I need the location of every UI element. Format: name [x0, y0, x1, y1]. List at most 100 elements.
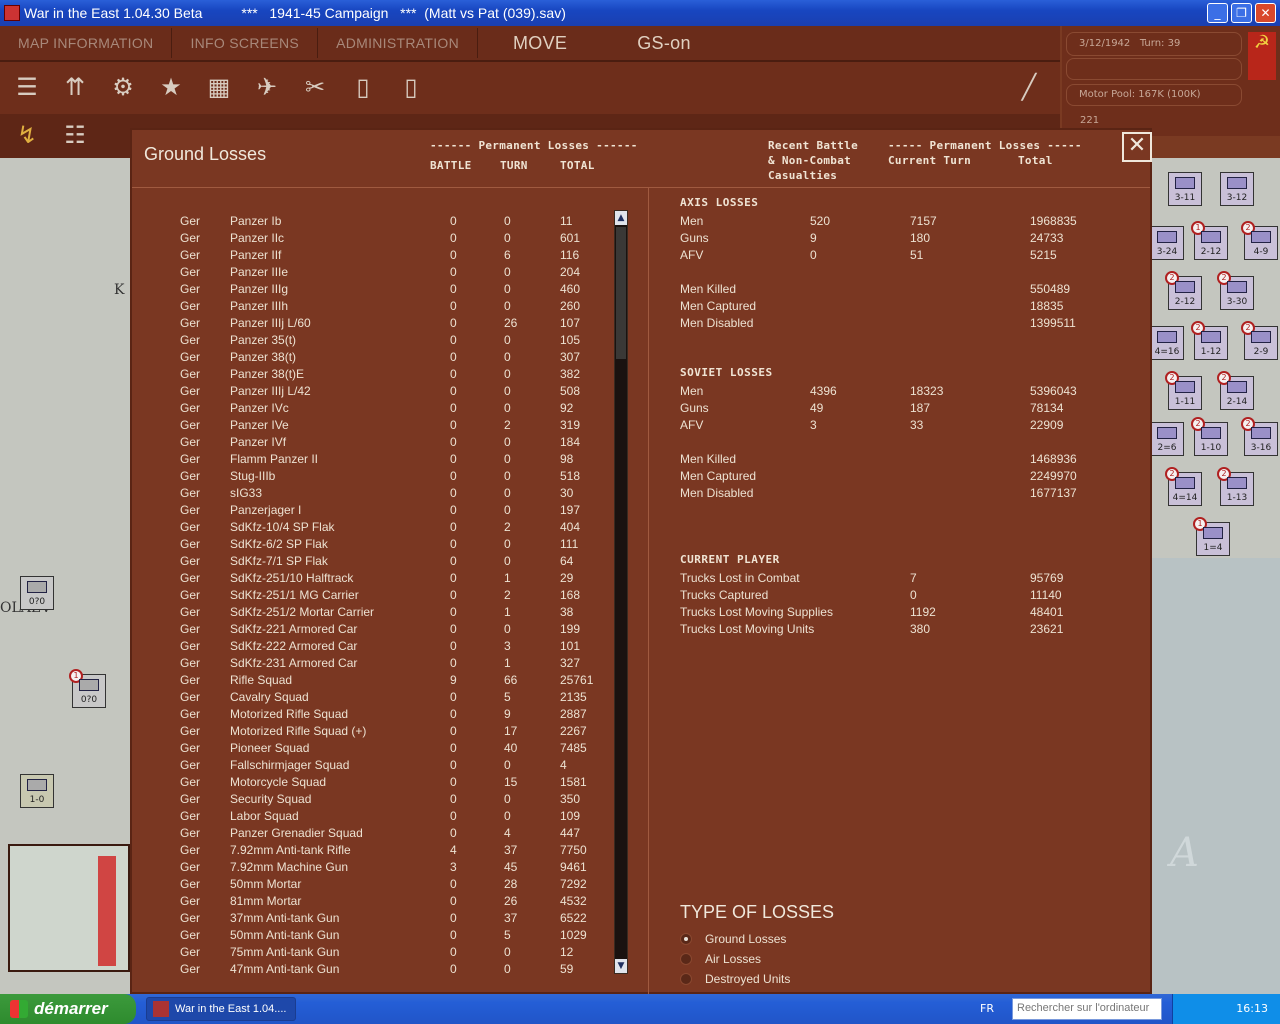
loss-row[interactable]: Ger Panzer 38(t) 0 0 307 — [132, 350, 612, 367]
loss-row[interactable]: Ger Rifle Squad 9 66 25761 — [132, 673, 612, 690]
loss-row[interactable]: Ger Panzer 38(t)E 0 0 382 — [132, 367, 612, 384]
loss-row[interactable]: Ger Panzer IIIj L/60 0 26 107 — [132, 316, 612, 333]
loss-row[interactable]: Ger Panzer IVc 0 0 92 — [132, 401, 612, 418]
unit-counter[interactable]: 0?0 — [20, 576, 54, 610]
loss-row[interactable]: Ger SdKfz-251/10 Halftrack 0 1 29 — [132, 571, 612, 588]
menu-administration[interactable]: ADMINISTRATION — [318, 28, 479, 58]
radio-button[interactable] — [680, 933, 692, 945]
search-input[interactable]: Rechercher sur l'ordinateur — [1012, 998, 1162, 1020]
loss-row[interactable]: Ger Panzerjager I 0 0 197 — [132, 503, 612, 520]
menu-move[interactable]: MOVE — [478, 28, 602, 58]
loss-row[interactable]: Ger SdKfz-231 Armored Car 0 1 327 — [132, 656, 612, 673]
gear-icon[interactable]: ⚙ — [106, 70, 140, 104]
satellite-icon[interactable]: ✂ — [298, 70, 332, 104]
loss-row[interactable]: Ger 75mm Anti-tank Gun 0 0 12 — [132, 945, 612, 962]
unit-counter[interactable]: 2 2-14 — [1217, 371, 1254, 410]
loss-row[interactable]: Ger 47mm Anti-tank Gun 0 0 59 — [132, 962, 612, 979]
loss-row[interactable]: Ger 81mm Mortar 0 26 4532 — [132, 894, 612, 911]
menu-info-screens[interactable]: INFO SCREENS — [172, 28, 319, 58]
loss-row[interactable]: Ger SdKfz-6/2 SP Flak 0 0 111 — [132, 537, 612, 554]
type-option[interactable]: Ground Losses — [680, 929, 786, 949]
unit-counter[interactable]: 2 2-9 — [1241, 321, 1278, 360]
pencil-icon[interactable]: ╱ — [1012, 70, 1046, 104]
menu-map-information[interactable]: MAP INFORMATION — [0, 28, 173, 58]
loss-row[interactable]: Ger Cavalry Squad 0 5 2135 — [132, 690, 612, 707]
loss-row[interactable]: Ger Panzer IIIg 0 0 460 — [132, 282, 612, 299]
grid-icon[interactable]: ▦ — [202, 70, 236, 104]
unit-counter[interactable]: 4=16 — [1150, 326, 1184, 360]
loss-row[interactable]: Ger SdKfz-251/2 Mortar Carrier 0 1 38 — [132, 605, 612, 622]
stack-icon[interactable]: ☰ — [10, 70, 44, 104]
unit-counter[interactable]: 3-11 — [1168, 172, 1202, 206]
unit-counter[interactable]: 3-24 — [1150, 226, 1184, 260]
type-option[interactable]: Air Losses — [680, 949, 761, 969]
loss-row[interactable]: Ger Panzer IVe 0 2 319 — [132, 418, 612, 435]
unit-counter[interactable]: 2 1-10 — [1191, 417, 1228, 456]
loss-row[interactable]: Ger Motorized Rifle Squad 0 9 2887 — [132, 707, 612, 724]
maximize-button[interactable]: ❐ — [1231, 3, 1252, 23]
loss-row[interactable]: Ger sIG33 0 0 30 — [132, 486, 612, 503]
unit-counter[interactable]: 2 1-11 — [1165, 371, 1202, 410]
unit-counter[interactable]: 3-12 — [1220, 172, 1254, 206]
loss-row[interactable]: Ger 37mm Anti-tank Gun 0 37 6522 — [132, 911, 612, 928]
loss-row[interactable]: Ger Panzer Ib 0 0 11 — [132, 214, 612, 231]
taskbar-app-button[interactable]: War in the East 1.04.... — [146, 997, 296, 1021]
minimize-button[interactable]: _ — [1207, 3, 1228, 23]
loss-row[interactable]: Ger Panzer IIIh 0 0 260 — [132, 299, 612, 316]
loss-row[interactable]: Ger 7.92mm Machine Gun 3 45 9461 — [132, 860, 612, 877]
loss-row[interactable]: Ger Panzer IIf 0 6 116 — [132, 248, 612, 265]
arrows-up-icon[interactable]: ⇈ — [58, 70, 92, 104]
type-option[interactable]: Destroyed Units — [680, 969, 790, 989]
start-button[interactable]: démarrer — [0, 994, 136, 1024]
unit-counter[interactable]: 2 2-12 — [1165, 271, 1202, 310]
window-close-button[interactable]: ✕ — [1255, 3, 1276, 23]
unit-counter[interactable]: 2 3-16 — [1241, 417, 1278, 456]
unit-counter[interactable]: 2=6 — [1150, 422, 1184, 456]
unit-counter[interactable]: 1 2-12 — [1191, 221, 1228, 260]
loss-row[interactable]: Ger Stug-IIIb 0 0 518 — [132, 469, 612, 486]
unit-counter[interactable]: 1 0?0 — [69, 669, 106, 708]
aircraft-icon[interactable]: ✈ — [250, 70, 284, 104]
loss-row[interactable]: Ger 50mm Anti-tank Gun 0 5 1029 — [132, 928, 612, 945]
window-title-bar[interactable]: War in the East 1.04.30 Beta *** 1941-45… — [0, 0, 1280, 26]
radio-button[interactable] — [680, 953, 692, 965]
loss-row[interactable]: Ger 7.92mm Anti-tank Rifle 4 37 7750 — [132, 843, 612, 860]
loss-row[interactable]: Ger Panzer IIIe 0 0 204 — [132, 265, 612, 282]
loss-row[interactable]: Ger Fallschirmjager Squad 0 0 4 — [132, 758, 612, 775]
loss-row[interactable]: Ger SdKfz-10/4 SP Flak 0 2 404 — [132, 520, 612, 537]
loss-row[interactable]: Ger Motorcycle Squad 0 15 1581 — [132, 775, 612, 792]
loss-row[interactable]: Ger Labor Squad 0 0 109 — [132, 809, 612, 826]
loss-row[interactable]: Ger Panzer 35(t) 0 0 105 — [132, 333, 612, 350]
unit-counter[interactable]: 1-0 — [20, 774, 54, 808]
loss-row[interactable]: Ger Motorized Rifle Squad (+) 0 17 2267 — [132, 724, 612, 741]
loss-row[interactable]: Ger SdKfz-251/1 MG Carrier 0 2 168 — [132, 588, 612, 605]
unit-counter[interactable]: 2 3-30 — [1217, 271, 1254, 310]
unit-counter[interactable]: 2 4-9 — [1241, 221, 1278, 260]
unit-counter[interactable]: 2 1-13 — [1217, 467, 1254, 506]
scroll-down-icon[interactable]: ▼ — [615, 959, 627, 973]
loss-row[interactable]: Ger Panzer IVf 0 0 184 — [132, 435, 612, 452]
dialog-close-button[interactable]: ✕ — [1122, 132, 1152, 162]
loss-row[interactable]: Ger SdKfz-7/1 SP Flak 0 0 64 — [132, 554, 612, 571]
unit-counter[interactable]: 1 1=4 — [1193, 517, 1230, 556]
radio-button[interactable] — [680, 973, 692, 985]
depot-icon[interactable]: ▯ — [394, 70, 428, 104]
minimap[interactable] — [8, 844, 130, 972]
loss-row[interactable]: Ger Pioneer Squad 0 40 7485 — [132, 741, 612, 758]
rail-icon[interactable]: ☷ — [58, 118, 92, 152]
loss-row[interactable]: Ger SdKfz-221 Armored Car 0 0 199 — [132, 622, 612, 639]
route-icon[interactable]: ↯ — [10, 118, 44, 152]
loss-row[interactable]: Ger Security Squad 0 0 350 — [132, 792, 612, 809]
loss-row[interactable]: Ger Panzer IIc 0 0 601 — [132, 231, 612, 248]
loss-row[interactable]: Ger Panzer IIIj L/42 0 0 508 — [132, 384, 612, 401]
scroll-up-icon[interactable]: ▲ — [615, 211, 627, 225]
loss-row[interactable]: Ger Panzer Grenadier Squad 0 4 447 — [132, 826, 612, 843]
losses-scrollbar[interactable]: ▲ ▼ — [614, 210, 628, 974]
fuel-icon[interactable]: ▯ — [346, 70, 380, 104]
unit-counter[interactable]: 2 4=14 — [1165, 467, 1202, 506]
loss-row[interactable]: Ger Flamm Panzer II 0 0 98 — [132, 452, 612, 469]
unit-counter[interactable]: 2 1-12 — [1191, 321, 1228, 360]
menu-gs-on[interactable]: GS-on — [602, 28, 726, 58]
star-icon[interactable]: ★ — [154, 70, 188, 104]
language-indicator[interactable]: FR — [980, 1002, 994, 1015]
